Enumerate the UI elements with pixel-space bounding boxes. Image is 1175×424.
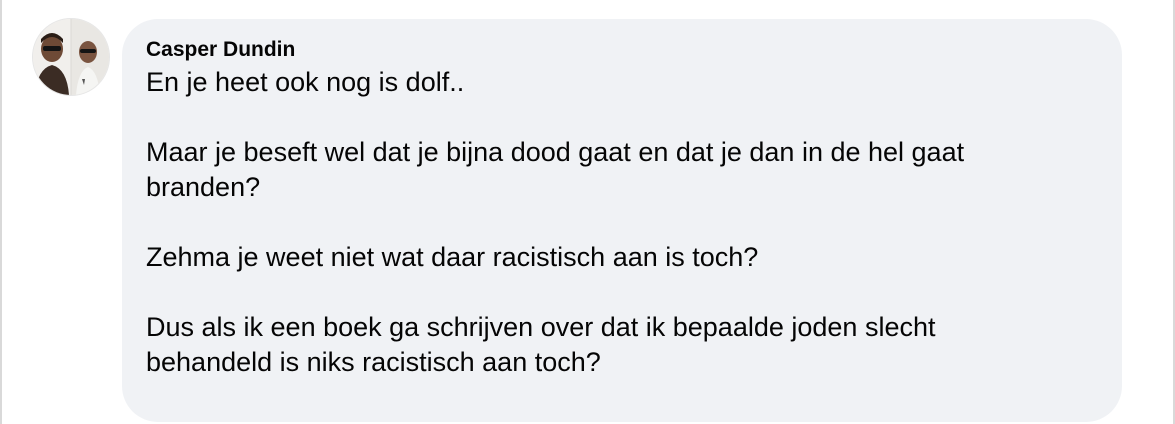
comment-bubble: Casper Dundin En je heet ook nog is dolf… bbox=[122, 19, 1122, 422]
comment-author[interactable]: Casper Dundin bbox=[146, 37, 1098, 63]
comment-paragraph: En je heet ook nog is dolf.. bbox=[146, 65, 1098, 100]
profile-photo-icon bbox=[33, 19, 109, 95]
comment-line: behandeld is niks racistisch aan toch? bbox=[146, 347, 601, 377]
comment-line: En je heet ook nog is dolf.. bbox=[146, 67, 465, 97]
comment-line: Maar je beseft wel dat je bijna dood gaa… bbox=[146, 137, 965, 167]
comment-paragraph: Maar je beseft wel dat je bijna dood gaa… bbox=[146, 135, 1098, 205]
comment-paragraph: Zehma je weet niet wat daar racistisch a… bbox=[146, 240, 1098, 275]
comment-line: Zehma je weet niet wat daar racistisch a… bbox=[146, 242, 759, 272]
comment-paragraph: Dus als ik een boek ga schrijven over da… bbox=[146, 310, 1098, 380]
comment-text: En je heet ook nog is dolf.. Maar je bes… bbox=[146, 65, 1098, 380]
comment: Casper Dundin En je heet ook nog is dolf… bbox=[0, 0, 1175, 424]
avatar[interactable] bbox=[32, 18, 110, 96]
comment-line: Dus als ik een boek ga schrijven over da… bbox=[146, 312, 936, 342]
comment-line: branden? bbox=[146, 172, 261, 202]
